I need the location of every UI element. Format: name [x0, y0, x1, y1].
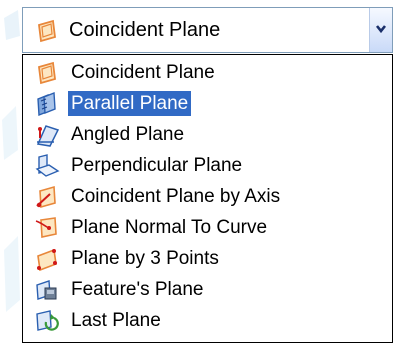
parallel-plane-icon [34, 91, 60, 117]
option-label: Last Plane [71, 310, 161, 331]
option-label: Coincident Plane by Axis [71, 186, 281, 207]
combobox-selected-value: Coincident Plane [69, 19, 221, 41]
option-perpendicular-plane[interactable]: Perpendicular Plane [23, 150, 392, 181]
option-label: Perpendicular Plane [71, 155, 243, 176]
option-label: Angled Plane [71, 124, 185, 145]
option-last-plane[interactable]: Last Plane [23, 305, 392, 336]
option-label: Coincident Plane [71, 62, 215, 83]
angled-plane-icon [34, 122, 60, 148]
option-features-plane[interactable]: Feature's Plane [23, 274, 392, 305]
chevron-down-icon [375, 25, 387, 34]
coincident-plane-icon [34, 18, 60, 44]
option-label: Feature's Plane [71, 279, 204, 300]
option-angled-plane[interactable]: Angled Plane [23, 119, 392, 150]
last-plane-icon [34, 308, 60, 334]
option-label: Plane by 3 Points [71, 248, 219, 269]
option-coincident-plane[interactable]: Coincident Plane [23, 57, 392, 88]
option-coincident-plane-by-axis[interactable]: Coincident Plane by Axis [23, 181, 392, 212]
perpendicular-plane-icon [34, 153, 60, 179]
plane-options-list[interactable]: Coincident Plane Parallel Plane Angled P… [22, 54, 393, 343]
plane-by-3-points-icon [34, 246, 60, 272]
dropdown-button[interactable] [369, 8, 392, 52]
option-plane-by-3-points[interactable]: Plane by 3 Points [23, 243, 392, 274]
option-plane-normal-to-curve[interactable]: Plane Normal To Curve [23, 212, 392, 243]
plane-type-combobox[interactable]: Coincident Plane [22, 7, 393, 53]
coincident-plane-icon [34, 60, 60, 86]
option-label: Parallel Plane [68, 91, 192, 116]
coincident-plane-by-axis-icon [34, 184, 60, 210]
plane-normal-to-curve-icon [34, 215, 60, 241]
features-plane-icon [34, 277, 60, 303]
option-label: Plane Normal To Curve [71, 217, 268, 238]
option-parallel-plane[interactable]: Parallel Plane [23, 88, 392, 119]
